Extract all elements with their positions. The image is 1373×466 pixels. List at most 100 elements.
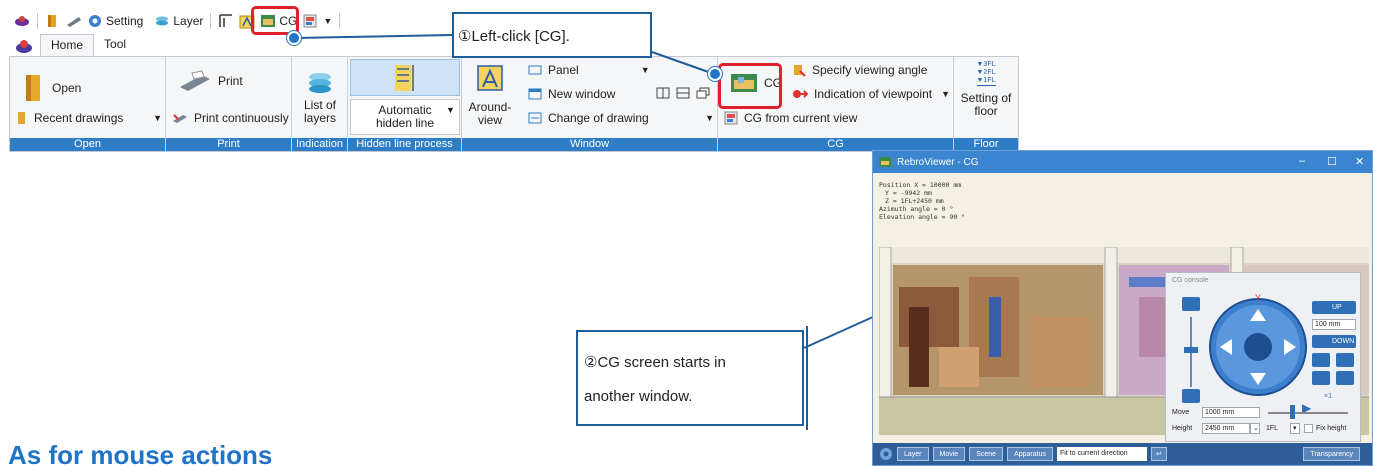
split-vertical-icon[interactable] bbox=[656, 87, 670, 99]
ribbon-cg-highlight bbox=[718, 63, 782, 109]
group-hidden-line: Automatic hidden line ▼ Hidden line proc… bbox=[348, 57, 462, 151]
app-logo-icon[interactable] bbox=[14, 13, 30, 29]
cg-bottom-toolbar: Layer Movie Scene Apparatus Fit to curre… bbox=[873, 443, 1372, 465]
camera-bottom-icon[interactable] bbox=[1182, 389, 1200, 403]
layer-label: Layer bbox=[173, 14, 204, 28]
change-of-drawing-button[interactable]: Change of drawing ▼ bbox=[528, 111, 714, 125]
window-layout-buttons bbox=[656, 87, 710, 99]
cg-from-view-icon[interactable] bbox=[302, 13, 318, 29]
viewpoint-label: Indication of viewpoint bbox=[814, 87, 933, 101]
print-continuously-button[interactable]: Print continuously bbox=[172, 111, 289, 125]
cascade-icon[interactable] bbox=[696, 87, 710, 99]
viewpoint-icon bbox=[793, 90, 808, 98]
cg-return-button[interactable]: ↵ bbox=[1150, 447, 1167, 461]
chevron-down-icon: ▼ bbox=[640, 65, 650, 75]
cg-direction-select[interactable]: Fit to current direction bbox=[1056, 447, 1147, 461]
height-input[interactable]: 2450 mm bbox=[1202, 423, 1250, 434]
cg-scene-button[interactable]: Scene bbox=[969, 447, 1004, 461]
tab-home[interactable]: Home bbox=[40, 34, 95, 56]
indication-of-viewpoint-button[interactable]: Indication of viewpoint ▼ bbox=[792, 87, 950, 101]
around-view-button[interactable]: Around-view bbox=[462, 63, 518, 127]
maximize-icon[interactable]: ☐ bbox=[1327, 155, 1337, 168]
ribbon-tabs: Home Tool bbox=[14, 34, 136, 56]
chevron-down-icon: ▼ bbox=[941, 89, 950, 99]
split-horizontal-icon[interactable] bbox=[676, 87, 690, 99]
app-menu-icon[interactable] bbox=[14, 36, 34, 56]
cg-layer-button[interactable]: Layer bbox=[897, 447, 929, 461]
layers-icon bbox=[309, 73, 331, 93]
up-button[interactable]: UP bbox=[1312, 301, 1356, 314]
printer-icon bbox=[180, 70, 210, 91]
camera-top-icon[interactable] bbox=[1182, 297, 1200, 311]
new-window-icon bbox=[528, 88, 542, 100]
layer-icon bbox=[154, 13, 170, 29]
move-label: Move bbox=[1172, 409, 1190, 416]
automatic-hidden-line-button[interactable]: Automatic hidden line bbox=[350, 99, 460, 135]
chevron-down-icon[interactable]: ▼ bbox=[323, 16, 332, 26]
gear-icon bbox=[87, 13, 103, 29]
setting-of-floor-button[interactable]: ▼3FL ▼2FL ▼1FL Setting of floor bbox=[954, 61, 1018, 118]
cg-window-title: RebroViewer - CG bbox=[897, 156, 979, 168]
cg-position-info: Position X = 10000 mm Y = -9942 mm Z = 1… bbox=[879, 181, 965, 221]
gear-icon[interactable] bbox=[879, 447, 893, 461]
move-slider[interactable] bbox=[1268, 412, 1348, 414]
open-folder-icon[interactable] bbox=[45, 13, 61, 29]
callout-marker-2 bbox=[708, 67, 722, 81]
fix-height-checkbox[interactable] bbox=[1304, 424, 1313, 433]
group-label-open: Open bbox=[10, 138, 165, 151]
print-label: Print bbox=[218, 74, 243, 88]
section-heading: As for mouse actions bbox=[8, 440, 273, 466]
print-view-icon[interactable] bbox=[1336, 353, 1354, 367]
group-floor: ▼3FL ▼2FL ▼1FL Setting of floor Floor bbox=[954, 57, 1018, 151]
open-button[interactable]: Open bbox=[20, 73, 81, 103]
camera-icon[interactable] bbox=[1312, 353, 1330, 367]
new-window-label: New window bbox=[548, 87, 616, 101]
print-button[interactable]: Print bbox=[178, 69, 243, 93]
callout-step2-line2: another window. bbox=[584, 388, 693, 405]
callout-marker-1 bbox=[287, 31, 301, 45]
close-icon[interactable]: ✕ bbox=[1355, 155, 1364, 168]
toolbar-divider bbox=[37, 13, 38, 29]
cg-from-current-view-button[interactable]: CG from current view bbox=[724, 111, 857, 125]
new-window-button[interactable]: New window bbox=[528, 87, 615, 101]
floor-label: 1FL bbox=[1266, 425, 1279, 432]
chevron-down-icon[interactable]: ▼ bbox=[446, 105, 455, 115]
group-open: Open Recent drawings ▼ Open bbox=[10, 57, 166, 151]
height-label: Height bbox=[1172, 425, 1193, 432]
cg-info-line: Position X = 10000 mm bbox=[879, 181, 962, 189]
tab-tool[interactable]: Tool bbox=[94, 34, 136, 56]
cg-movie-button[interactable]: Movie bbox=[932, 447, 966, 461]
svg-text:Y: Y bbox=[1255, 293, 1261, 303]
floor-select[interactable]: ▾ bbox=[1290, 423, 1300, 434]
recent-drawings-button[interactable]: Recent drawings ▼ bbox=[14, 111, 162, 125]
cg-apparatus-button[interactable]: Apparatus bbox=[1007, 447, 1053, 461]
layer-button[interactable]: Layer bbox=[154, 13, 203, 29]
specify-viewing-angle-button[interactable]: Specify viewing angle bbox=[792, 63, 927, 77]
height-spinner[interactable]: ⌄ bbox=[1250, 423, 1260, 434]
list-of-layers-button[interactable]: List of layers bbox=[292, 67, 348, 125]
open-folder-icon bbox=[26, 75, 40, 101]
print-icon[interactable] bbox=[66, 13, 82, 29]
cg-info-line: Elevation angle = 90 ° bbox=[879, 213, 966, 221]
hidden-line-icon-area[interactable] bbox=[350, 59, 460, 96]
toolbar-divider bbox=[339, 13, 341, 29]
cg-info-line: Y = -9942 mm bbox=[885, 189, 932, 197]
recent-label: Recent drawings bbox=[34, 111, 124, 125]
hidden-line-icon[interactable] bbox=[218, 13, 234, 29]
swap-icon[interactable] bbox=[1312, 371, 1330, 385]
minimize-icon[interactable]: – bbox=[1299, 155, 1305, 167]
panel-button[interactable]: Panel ▼ bbox=[528, 63, 650, 77]
cg-info-line: Z = 1FL+2450 mm bbox=[885, 197, 944, 205]
around-view-icon bbox=[477, 65, 503, 91]
move-slider-handle[interactable] bbox=[1290, 405, 1295, 419]
console-highlight bbox=[802, 326, 808, 430]
zoom-icon[interactable] bbox=[1336, 371, 1354, 385]
cg-transparency-button[interactable]: Transparency bbox=[1303, 447, 1360, 461]
print-continuously-icon bbox=[173, 114, 187, 123]
direction-pad[interactable]: Y bbox=[1204, 293, 1312, 401]
step-input[interactable]: 100 mm bbox=[1312, 319, 1356, 330]
setting-button[interactable]: Setting bbox=[87, 13, 143, 29]
height-slider-handle[interactable] bbox=[1184, 347, 1198, 353]
down-button[interactable]: DOWN bbox=[1312, 335, 1356, 348]
move-input[interactable]: 1000 mm bbox=[1202, 407, 1260, 418]
